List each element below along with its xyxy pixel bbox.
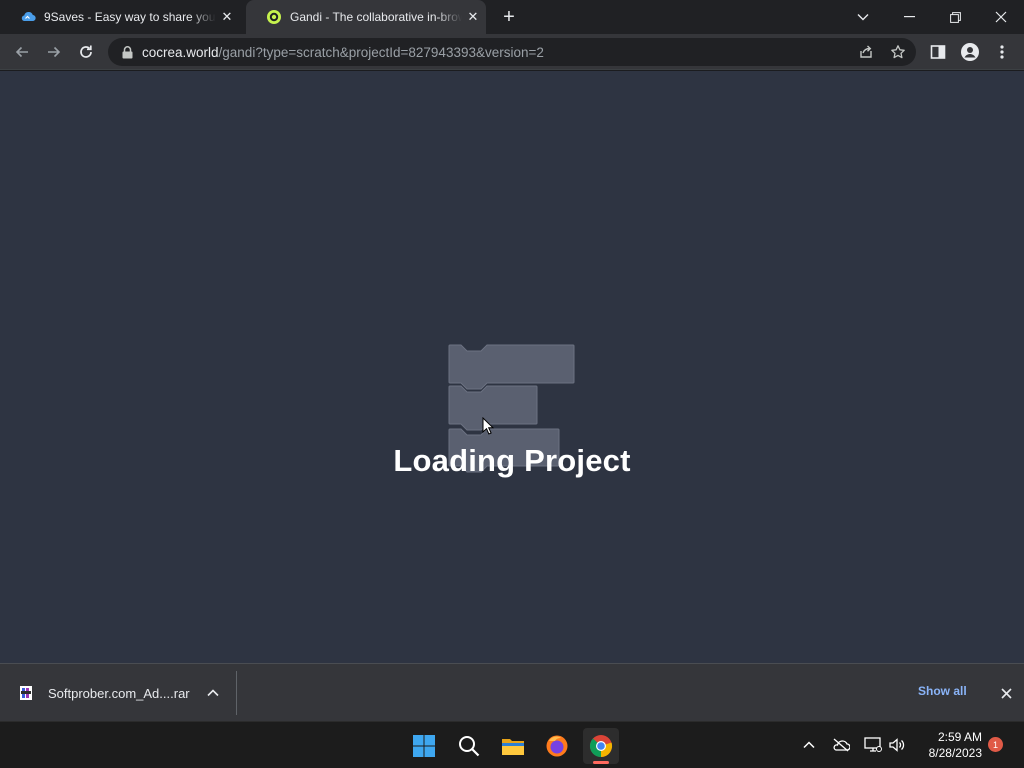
url-host: cocrea.world (142, 44, 219, 60)
tab-gandi[interactable]: Gandi - The collaborative in-brow ✕ (246, 0, 486, 34)
start-icon[interactable] (406, 728, 442, 764)
side-panel-icon[interactable] (924, 38, 952, 66)
download-item[interactable]: Softprober.com_Ad....rar (18, 664, 190, 722)
new-tab-button[interactable]: + (498, 6, 520, 28)
back-icon[interactable] (8, 38, 36, 66)
tray-overflow-chevron-icon[interactable] (798, 734, 820, 756)
tab-strip: 9Saves - Easy way to share your fi ✕ Gan… (0, 0, 1024, 34)
gandi-icon (266, 9, 282, 25)
onedrive-icon[interactable] (830, 734, 852, 756)
cloud-icon (20, 9, 36, 25)
close-shelf-icon[interactable] (996, 683, 1016, 703)
bookmark-star-icon[interactable] (888, 42, 908, 62)
tab-title: Gandi - The collaborative in-brow (290, 10, 462, 24)
restore-icon[interactable] (932, 0, 978, 34)
clock-time: 2:59 AM (937, 730, 982, 744)
system-clock[interactable]: 2:59 AM 8/28/2023 (916, 729, 982, 761)
download-file-name: Softprober.com_Ad....rar (48, 685, 190, 701)
search-icon[interactable] (451, 728, 487, 764)
chevron-up-icon[interactable] (204, 684, 222, 702)
profile-icon[interactable] (956, 38, 984, 66)
network-icon[interactable] (862, 734, 884, 756)
active-app-indicator (593, 761, 609, 764)
mouse-cursor-icon (482, 416, 495, 440)
notification-badge[interactable]: 1 (988, 737, 1003, 752)
tab-9saves[interactable]: 9Saves - Easy way to share your fi ✕ (0, 0, 246, 34)
windows-taskbar: 2:59 AM 8/28/2023 1 (0, 721, 1024, 768)
loading-title: Loading Project (393, 443, 631, 478)
url-text[interactable]: cocrea.world/gandi?type=scratch&projectI… (142, 45, 544, 60)
show-all-link[interactable]: Show all (918, 684, 967, 698)
reload-icon[interactable] (72, 38, 100, 66)
firefox-icon[interactable] (539, 728, 575, 764)
menu-kebab-icon[interactable] (988, 38, 1016, 66)
lock-icon[interactable] (120, 45, 134, 59)
clock-date: 8/28/2023 (928, 746, 982, 760)
close-tab-icon[interactable]: ✕ (218, 8, 236, 26)
volume-icon[interactable] (886, 734, 908, 756)
download-shelf: Softprober.com_Ad....rar Show all (0, 663, 1024, 721)
close-window-icon[interactable] (978, 0, 1024, 34)
page-content: Loading Project (0, 71, 1024, 663)
share-icon[interactable] (856, 42, 876, 62)
download-divider (236, 671, 237, 715)
minimize-icon[interactable] (886, 0, 932, 34)
url-path: /gandi?type=scratch&projectId=827943393&… (218, 44, 544, 60)
file-explorer-icon[interactable] (495, 728, 531, 764)
chrome-icon[interactable] (583, 728, 619, 764)
browser-toolbar: cocrea.world/gandi?type=scratch&projectI… (0, 34, 1024, 70)
tab-search-chevron-icon[interactable] (840, 0, 886, 34)
address-bar[interactable]: cocrea.world/gandi?type=scratch&projectI… (108, 38, 916, 66)
close-tab-icon[interactable]: ✕ (464, 8, 482, 26)
tab-title: 9Saves - Easy way to share your fi (44, 10, 216, 24)
forward-icon[interactable] (40, 38, 68, 66)
rar-file-icon (18, 685, 34, 701)
